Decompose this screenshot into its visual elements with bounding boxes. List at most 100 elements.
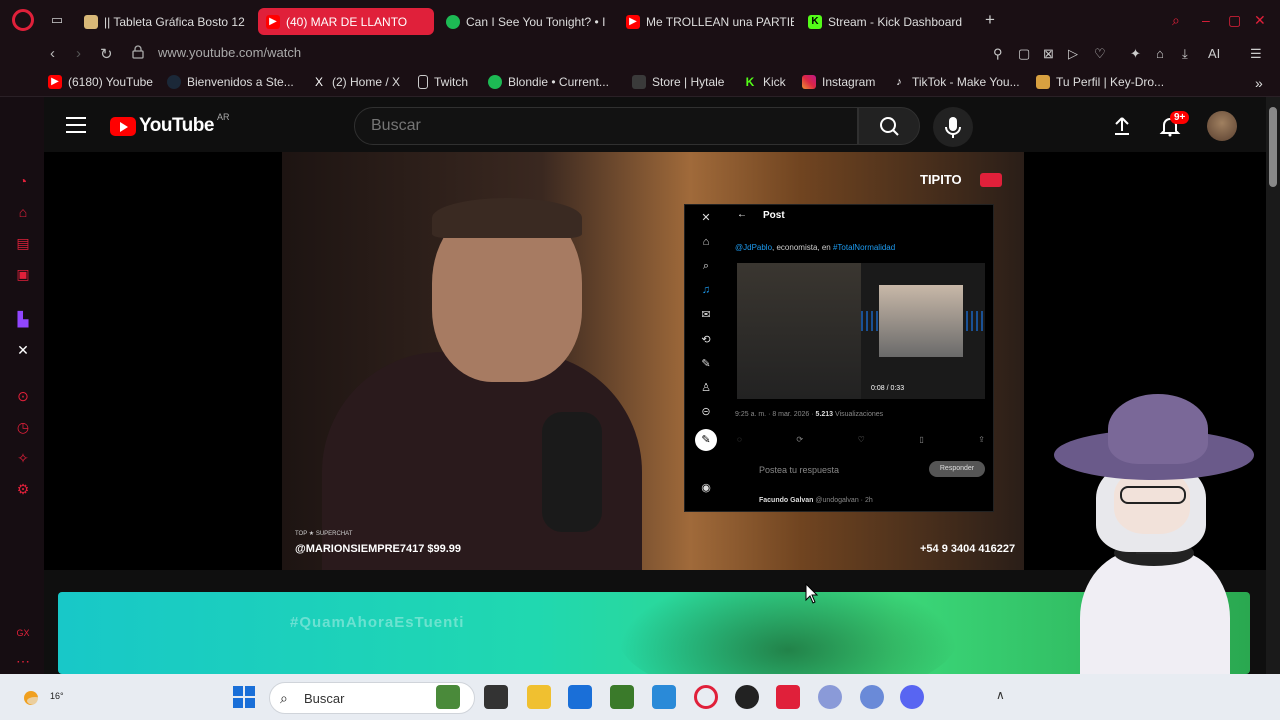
grok-icon: ⟲ bbox=[701, 334, 711, 346]
bookmark-steam[interactable]: Bienvenidos a Ste... bbox=[167, 75, 294, 89]
history-icon[interactable]: ◷ bbox=[15, 419, 31, 435]
extensions-icon[interactable]: ✦ bbox=[1130, 46, 1141, 62]
aria-ai-button[interactable]: AI bbox=[1208, 46, 1220, 61]
settings-app-icon[interactable] bbox=[860, 685, 884, 709]
tab-can-i-see-you[interactable]: Can I See You Tonight? • I bbox=[438, 8, 614, 35]
url-field[interactable]: www.youtube.com/watch bbox=[158, 45, 301, 60]
x-logo-icon: ✕ bbox=[701, 212, 711, 224]
workspaces-icon[interactable]: ▤ bbox=[15, 235, 31, 251]
lock-icon[interactable] bbox=[132, 45, 144, 59]
bookmarks-overflow-icon[interactable]: » bbox=[1255, 75, 1263, 91]
opera-logo-icon[interactable] bbox=[12, 9, 34, 31]
bookmarks-bar: ▶ (6180) YouTube Bienvenidos a Ste... X … bbox=[0, 69, 1280, 97]
minecraft-app-icon[interactable] bbox=[610, 685, 634, 709]
aria-icon[interactable]: ◔ bbox=[15, 173, 31, 189]
tweet-text: @JdPablo, economista, en #TotalNormalida… bbox=[735, 243, 895, 252]
hytale-icon bbox=[632, 75, 646, 89]
adblock-icon[interactable]: ⊠ bbox=[1043, 46, 1054, 62]
nature-app-icon[interactable] bbox=[436, 685, 460, 709]
gx-icon[interactable]: GX bbox=[15, 625, 31, 641]
search-button[interactable] bbox=[858, 107, 920, 145]
notification-badge: 9+ bbox=[1170, 111, 1190, 124]
new-tab-button[interactable]: + bbox=[980, 11, 1000, 31]
youtube-logo[interactable]: YouTube AR bbox=[110, 112, 229, 137]
upload-icon[interactable] bbox=[1110, 114, 1134, 138]
bookmark-key-drop[interactable]: Tu Perfil | Key-Dro... bbox=[1036, 75, 1164, 89]
tab-label: Can I See You Tonight? • I bbox=[466, 14, 606, 29]
tab-label: Stream - Kick Dashboard bbox=[828, 14, 963, 29]
obs-app-icon[interactable] bbox=[735, 685, 759, 709]
bookmark-kick[interactable]: K Kick bbox=[743, 75, 786, 89]
bookmark-instagram[interactable]: Instagram bbox=[802, 75, 875, 89]
voice-search-button[interactable] bbox=[933, 107, 973, 147]
tweet-video-time: 0:08 / 0:33 bbox=[871, 385, 905, 392]
live-badge bbox=[980, 173, 1002, 187]
back-icon[interactable]: ‹ bbox=[50, 45, 55, 62]
tweet-mention: @JdPablo bbox=[735, 243, 773, 252]
scroll-thumb[interactable] bbox=[1269, 107, 1277, 187]
menu-icon[interactable] bbox=[66, 117, 86, 133]
download-icon[interactable]: ⤓ bbox=[1182, 46, 1188, 62]
reload-icon[interactable]: ↻ bbox=[100, 45, 113, 63]
close-icon[interactable]: ✕ bbox=[1254, 12, 1266, 29]
lists-icon: ✎ bbox=[701, 358, 711, 370]
bookmark-blondie[interactable]: Blondie • Current... bbox=[488, 75, 609, 89]
wallet-icon[interactable]: ⌂ bbox=[1156, 46, 1164, 61]
file-explorer-app-icon[interactable] bbox=[527, 685, 551, 709]
search-input[interactable] bbox=[354, 107, 858, 145]
opera-app-icon[interactable] bbox=[694, 685, 718, 709]
search-tabs-icon[interactable]: ⌕ bbox=[1172, 12, 1180, 29]
settings-icon[interactable]: ⚙ bbox=[15, 481, 31, 497]
maximize-icon[interactable]: ▢ bbox=[1228, 12, 1241, 29]
discord-app-icon[interactable] bbox=[900, 685, 924, 709]
photos-app-icon[interactable] bbox=[652, 685, 676, 709]
bookmark-icon: ▯ bbox=[919, 435, 924, 444]
minimize-icon[interactable]: – bbox=[1202, 12, 1210, 28]
twitch-icon[interactable]: ▙ bbox=[15, 311, 31, 327]
bookmark-hytale[interactable]: Store | Hytale bbox=[632, 75, 724, 89]
bookmark-twitch[interactable]: Twitch bbox=[418, 75, 468, 89]
reply-button: Responder bbox=[929, 461, 985, 477]
repost-icon: ⟳ bbox=[796, 435, 804, 444]
snapshot-icon[interactable]: ▢ bbox=[1018, 46, 1030, 62]
avatar[interactable] bbox=[1207, 111, 1237, 141]
shopping-icon[interactable]: ⌂ bbox=[15, 204, 31, 220]
youtube-play-icon bbox=[110, 116, 136, 136]
easy-setup-icon[interactable]: ☰ bbox=[1250, 46, 1262, 62]
start-button[interactable] bbox=[233, 686, 255, 708]
profile-icon: ♙ bbox=[701, 382, 711, 394]
video-frame[interactable]: TIPITO ✕ ⌂ ⌕ ♫ ✉ ⟲ ✎ ♙ ⊝ ✎ ◉ ← Post @JdP… bbox=[282, 152, 1024, 570]
tiktok-app-icon[interactable] bbox=[776, 685, 800, 709]
terminal-app-icon[interactable] bbox=[484, 685, 508, 709]
store-app-icon[interactable] bbox=[568, 685, 592, 709]
pin-icon[interactable]: ⚲ bbox=[993, 46, 1003, 62]
tray-chevron-icon[interactable]: ∧ bbox=[996, 688, 1005, 702]
tweet-actions: ◌ ⟳ ♡ ▯ ⇪ bbox=[737, 435, 985, 444]
workspace-icon[interactable]: ▭ bbox=[48, 12, 66, 28]
tab-tableta[interactable]: || Tableta Gráfica Bosto 12 bbox=[76, 8, 252, 35]
messenger-icon[interactable]: ▣ bbox=[15, 266, 31, 282]
back-arrow-icon: ← bbox=[737, 209, 747, 220]
tab-kick-dashboard[interactable]: K Stream - Kick Dashboard bbox=[800, 8, 976, 35]
player-icon[interactable]: ▷ bbox=[1068, 46, 1078, 62]
tab-mar-de-llanto[interactable]: ▶ (40) MAR DE LLANTO bbox=[258, 8, 434, 35]
heart-icon[interactable]: ♡ bbox=[1094, 46, 1106, 62]
reply-field: Postea tu respuesta bbox=[759, 465, 840, 475]
player-sidebar-icon[interactable]: ⊙ bbox=[15, 388, 31, 404]
weather-widget[interactable]: 16° bbox=[20, 683, 64, 709]
tab-me-trollean[interactable]: ▶ Me TROLLEAN una PARTIE bbox=[618, 8, 794, 35]
compose-post-icon: ✎ bbox=[695, 429, 717, 451]
opera-sidebar: ◔ ⌂ ▤ ▣ ▙ ✕ ⊙ ◷ ✧ ⚙ GX ⋯ bbox=[0, 97, 44, 674]
youtube-favicon-icon: ▶ bbox=[48, 75, 62, 89]
gift-icon bbox=[1036, 75, 1050, 89]
x-sidebar-icon[interactable]: ✕ bbox=[15, 342, 31, 358]
bookmark-youtube[interactable]: ▶ (6180) YouTube bbox=[48, 75, 153, 89]
bookmark-x-home[interactable]: X (2) Home / X bbox=[312, 75, 400, 89]
vroid-app-icon[interactable] bbox=[818, 685, 842, 709]
bookmark-tiktok[interactable]: ♪ TikTok - Make You... bbox=[892, 75, 1019, 89]
forward-icon[interactable]: › bbox=[76, 45, 81, 62]
tweet-views-label: Visualizaciones bbox=[833, 411, 884, 418]
vtuber-glasses bbox=[1120, 486, 1186, 504]
more-icon[interactable]: ⋯ bbox=[15, 653, 31, 669]
extensions-sidebar-icon[interactable]: ✧ bbox=[15, 450, 31, 466]
